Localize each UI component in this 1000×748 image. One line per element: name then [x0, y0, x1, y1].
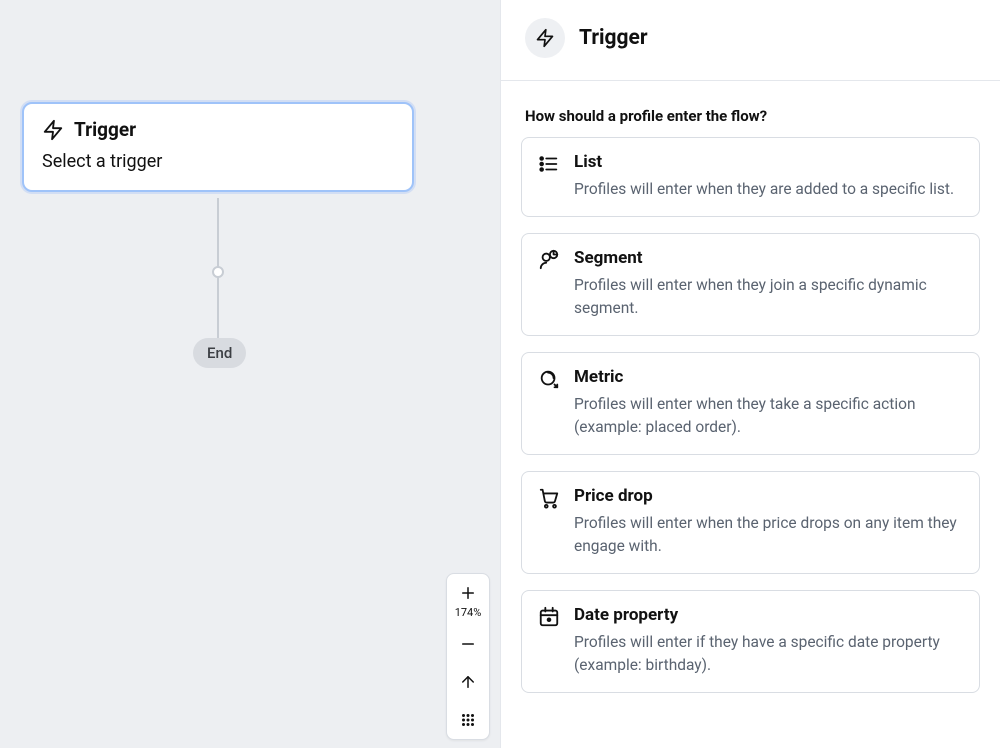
- bolt-icon: [535, 28, 555, 48]
- option-title: Price drop: [574, 486, 963, 506]
- trigger-node-card[interactable]: Trigger Select a trigger: [22, 102, 414, 192]
- option-description: Profiles will enter when they are added …: [574, 178, 954, 200]
- zoom-toolbar: 174%: [446, 573, 490, 740]
- trigger-option-date-property[interactable]: Date property Profiles will enter if the…: [521, 590, 980, 693]
- metric-icon: [538, 368, 560, 390]
- trigger-node-header: Trigger: [42, 118, 394, 141]
- trigger-option-metric[interactable]: Metric Profiles will enter when they tak…: [521, 352, 980, 455]
- option-title: Segment: [574, 248, 963, 268]
- option-title: Date property: [574, 605, 963, 625]
- trigger-node-title: Trigger: [74, 118, 136, 141]
- option-description: Profiles will enter when the price drops…: [574, 512, 963, 557]
- trigger-option-segment[interactable]: Segment Profiles will enter when they jo…: [521, 233, 980, 336]
- date-property-icon: [538, 606, 560, 628]
- list-icon: [538, 153, 560, 175]
- trigger-option-price-drop[interactable]: Price drop Profiles will enter when the …: [521, 471, 980, 574]
- panel-header: Trigger: [501, 0, 1000, 81]
- zoom-level-label: 174%: [447, 606, 489, 625]
- trigger-option-list[interactable]: List Profiles will enter when they are a…: [521, 137, 980, 217]
- trigger-config-panel: Trigger How should a profile enter the f…: [500, 0, 1000, 748]
- fit-to-screen-button[interactable]: [447, 663, 489, 701]
- panel-header-icon-wrap: [525, 18, 565, 58]
- segment-icon: [538, 249, 560, 271]
- flow-end-node: End: [193, 338, 246, 368]
- zoom-out-button[interactable]: [447, 625, 489, 663]
- price-drop-icon: [538, 487, 560, 509]
- bolt-icon: [42, 119, 64, 141]
- option-description: Profiles will enter when they take a spe…: [574, 393, 963, 438]
- panel-body: How should a profile enter the flow? Lis…: [501, 81, 1000, 721]
- option-title: List: [574, 152, 954, 172]
- panel-title: Trigger: [579, 26, 648, 50]
- option-title: Metric: [574, 367, 963, 387]
- panel-question: How should a profile enter the flow?: [525, 107, 976, 125]
- connector-add-node[interactable]: [212, 266, 224, 278]
- flow-canvas[interactable]: Trigger Select a trigger End 174%: [0, 0, 500, 748]
- minimap-button[interactable]: [447, 701, 489, 739]
- trigger-node-subtitle: Select a trigger: [42, 151, 394, 172]
- option-description: Profiles will enter if they have a speci…: [574, 631, 963, 676]
- option-description: Profiles will enter when they join a spe…: [574, 274, 963, 319]
